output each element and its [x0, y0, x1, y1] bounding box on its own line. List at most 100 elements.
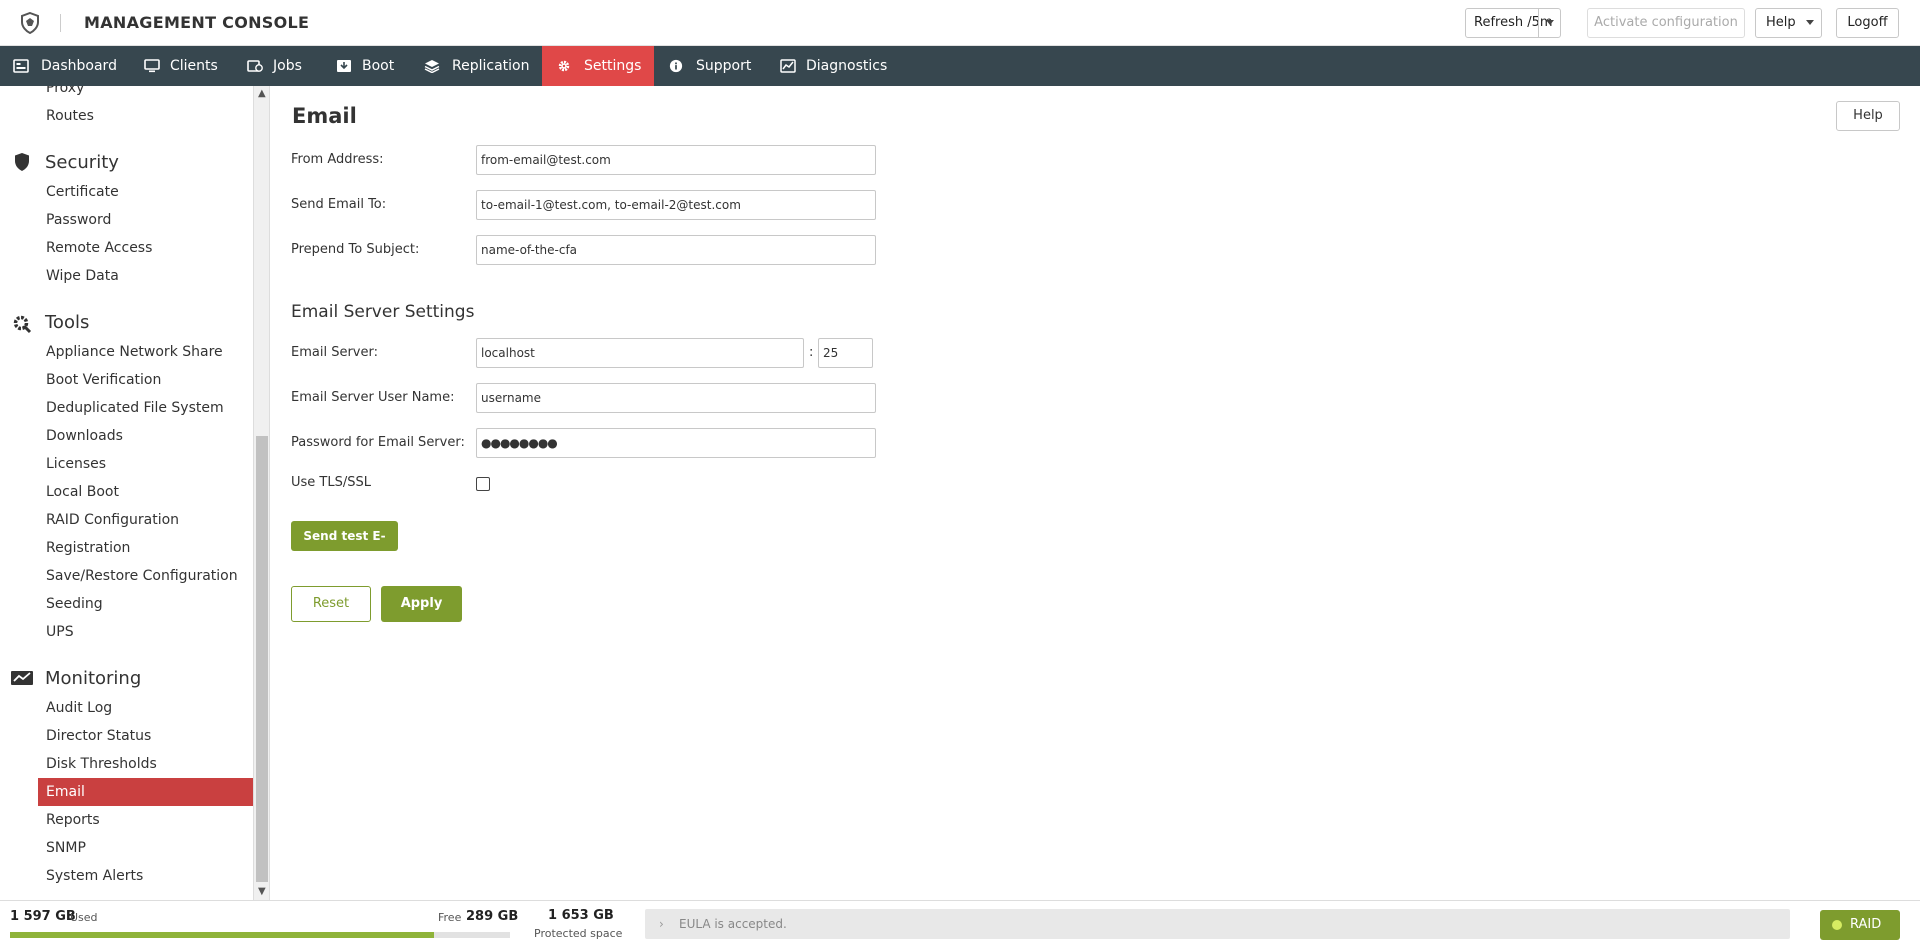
nav-support[interactable]: Support — [654, 46, 759, 86]
nav-dashboard[interactable]: Dashboard — [0, 46, 130, 86]
raid-status-button[interactable]: RAID — [1820, 910, 1900, 940]
sidebar-heading-monitoring: Monitoring — [45, 668, 142, 689]
sidebar-item-appliance-network-share[interactable]: Appliance Network Share — [46, 344, 223, 360]
sidebar-item-licenses[interactable]: Licenses — [46, 456, 106, 472]
chart-icon — [780, 59, 796, 73]
nav-settings[interactable]: Settings — [542, 46, 654, 86]
logo-divider — [60, 14, 61, 32]
email-server-label: Email Server: — [291, 345, 378, 360]
nav-diagnostics-label: Diagnostics — [806, 58, 888, 74]
storage-usage-fill — [10, 932, 434, 938]
email-port-input[interactable]: 25 — [818, 338, 873, 368]
refresh-button[interactable]: Refresh /5m — [1465, 8, 1561, 38]
nav-boot-label: Boot — [362, 58, 395, 74]
sidebar-scrollbar[interactable]: ▲ ▼ — [253, 86, 269, 900]
chevron-right-icon: › — [659, 917, 664, 931]
sidebar-item-registration[interactable]: Registration — [46, 540, 130, 556]
email-server-settings-heading: Email Server Settings — [291, 302, 475, 322]
scroll-up-arrow-icon[interactable]: ▲ — [258, 88, 266, 99]
use-tls-checkbox[interactable] — [476, 477, 490, 491]
sidebar-item-downloads[interactable]: Downloads — [46, 428, 123, 444]
sidebar-item-system-alerts[interactable]: System Alerts — [46, 868, 143, 884]
nav-clients-label: Clients — [170, 58, 218, 74]
status-footer: 1 597 GB Used Free 289 GB 1 653 GB Prote… — [0, 900, 1920, 946]
used-space-label: Used — [70, 911, 98, 924]
monitor-icon — [144, 59, 160, 73]
prepend-subject-input[interactable]: name-of-the-cfa — [476, 235, 876, 265]
nav-diagnostics[interactable]: Diagnostics — [765, 46, 890, 86]
sidebar-item-deduplicated-file-system[interactable]: Deduplicated File System — [46, 400, 224, 416]
send-email-to-label: Send Email To: — [291, 197, 387, 212]
help-dropdown-chevron-icon — [1806, 9, 1814, 37]
sidebar-item-email-label: Email — [46, 784, 85, 800]
server-username-label: Email Server User Name: — [291, 390, 455, 405]
main-nav: Dashboard Clients Jobs Boot Replication … — [0, 46, 1920, 86]
sidebar-item-reports[interactable]: Reports — [46, 812, 100, 828]
scroll-down-arrow-icon[interactable]: ▼ — [258, 886, 266, 897]
nav-boot[interactable]: Boot — [317, 46, 406, 86]
sidebar-item-seeding[interactable]: Seeding — [46, 596, 103, 612]
sidebar-item-remote-access[interactable]: Remote Access — [46, 240, 152, 256]
eula-status-bar[interactable]: › EULA is accepted. — [645, 909, 1790, 939]
from-address-input[interactable]: from-email@test.com — [476, 145, 876, 175]
sidebar-scrollbar-thumb[interactable] — [256, 436, 268, 882]
shield-icon — [15, 153, 29, 171]
nav-dashboard-label: Dashboard — [41, 58, 117, 74]
sidebar-item-local-boot[interactable]: Local Boot — [46, 484, 119, 500]
sidebar-item-certificate[interactable]: Certificate — [46, 184, 119, 200]
sidebar-item-save-restore-configuration[interactable]: Save/Restore Configuration — [46, 568, 238, 584]
reset-button[interactable]: Reset — [291, 586, 371, 622]
nav-replication[interactable]: Replication — [406, 46, 542, 86]
sidebar-item-proxy[interactable]: Proxy — [46, 86, 84, 96]
email-server-input[interactable]: localhost — [476, 338, 804, 368]
top-header: MANAGEMENT CONSOLE Refresh /5m Activate … — [0, 0, 1920, 46]
jobs-icon — [247, 60, 263, 72]
prepend-subject-label: Prepend To Subject: — [291, 242, 420, 257]
sidebar-heading-security: Security — [45, 152, 119, 173]
info-icon — [669, 59, 683, 73]
settings-sidebar: Proxy Routes Security Certificate Passwo… — [0, 86, 270, 900]
server-password-label: Password for Email Server: — [291, 435, 465, 450]
sidebar-item-wipe-data[interactable]: Wipe Data — [46, 268, 119, 284]
page-help-button[interactable]: Help — [1836, 101, 1900, 131]
use-tls-label: Use TLS/SSL — [291, 475, 371, 490]
help-menu-button[interactable]: Help — [1755, 8, 1822, 38]
send-test-email-button[interactable]: Send test E-mail — [291, 521, 398, 573]
nav-clients[interactable]: Clients — [130, 46, 230, 86]
sidebar-item-snmp[interactable]: SNMP — [46, 840, 86, 856]
nav-settings-label: Settings — [584, 58, 642, 74]
dashboard-icon — [13, 59, 29, 73]
refresh-label: Refresh /5m — [1474, 15, 1553, 30]
layers-icon — [424, 60, 440, 73]
from-address-label: From Address: — [291, 152, 384, 167]
sidebar-item-email[interactable]: Email — [38, 778, 253, 806]
tools-gear-icon — [13, 315, 32, 334]
sidebar-item-audit-log[interactable]: Audit Log — [46, 700, 112, 716]
nav-support-label: Support — [696, 58, 752, 74]
sidebar-item-routes[interactable]: Routes — [46, 108, 94, 124]
boot-icon — [337, 60, 351, 72]
email-settings-panel: Email Help From Address: from-email@test… — [270, 86, 1920, 900]
sidebar-item-disk-thresholds[interactable]: Disk Thresholds — [46, 756, 157, 772]
apply-button[interactable]: Apply — [381, 586, 462, 622]
protected-space-label: Protected space — [534, 927, 623, 940]
shield-logo-icon — [21, 12, 39, 34]
nav-replication-label: Replication — [452, 58, 530, 74]
monitoring-chart-icon — [11, 671, 33, 685]
refresh-dropdown-chevron-icon[interactable] — [1546, 9, 1554, 37]
sidebar-item-raid-configuration[interactable]: RAID Configuration — [46, 512, 179, 528]
sidebar-item-boot-verification[interactable]: Boot Verification — [46, 372, 161, 388]
eula-status-text: EULA is accepted. — [679, 917, 787, 931]
server-username-input[interactable]: username — [476, 383, 876, 413]
sidebar-item-director-status[interactable]: Director Status — [46, 728, 151, 744]
send-email-to-input[interactable]: to-email-1@test.com, to-email-2@test.com — [476, 190, 876, 220]
used-space-value: 1 597 GB — [10, 909, 76, 924]
logoff-button[interactable]: Logoff — [1836, 8, 1899, 38]
activate-configuration-button[interactable]: Activate configuration — [1587, 8, 1745, 38]
free-space-label: Free — [438, 911, 462, 924]
sidebar-item-password[interactable]: Password — [46, 212, 111, 228]
nav-jobs[interactable]: Jobs — [230, 46, 317, 86]
server-password-input[interactable]: ●●●●●●●● — [476, 428, 876, 458]
sidebar-item-ups[interactable]: UPS — [46, 624, 74, 640]
port-separator: : — [809, 345, 814, 360]
